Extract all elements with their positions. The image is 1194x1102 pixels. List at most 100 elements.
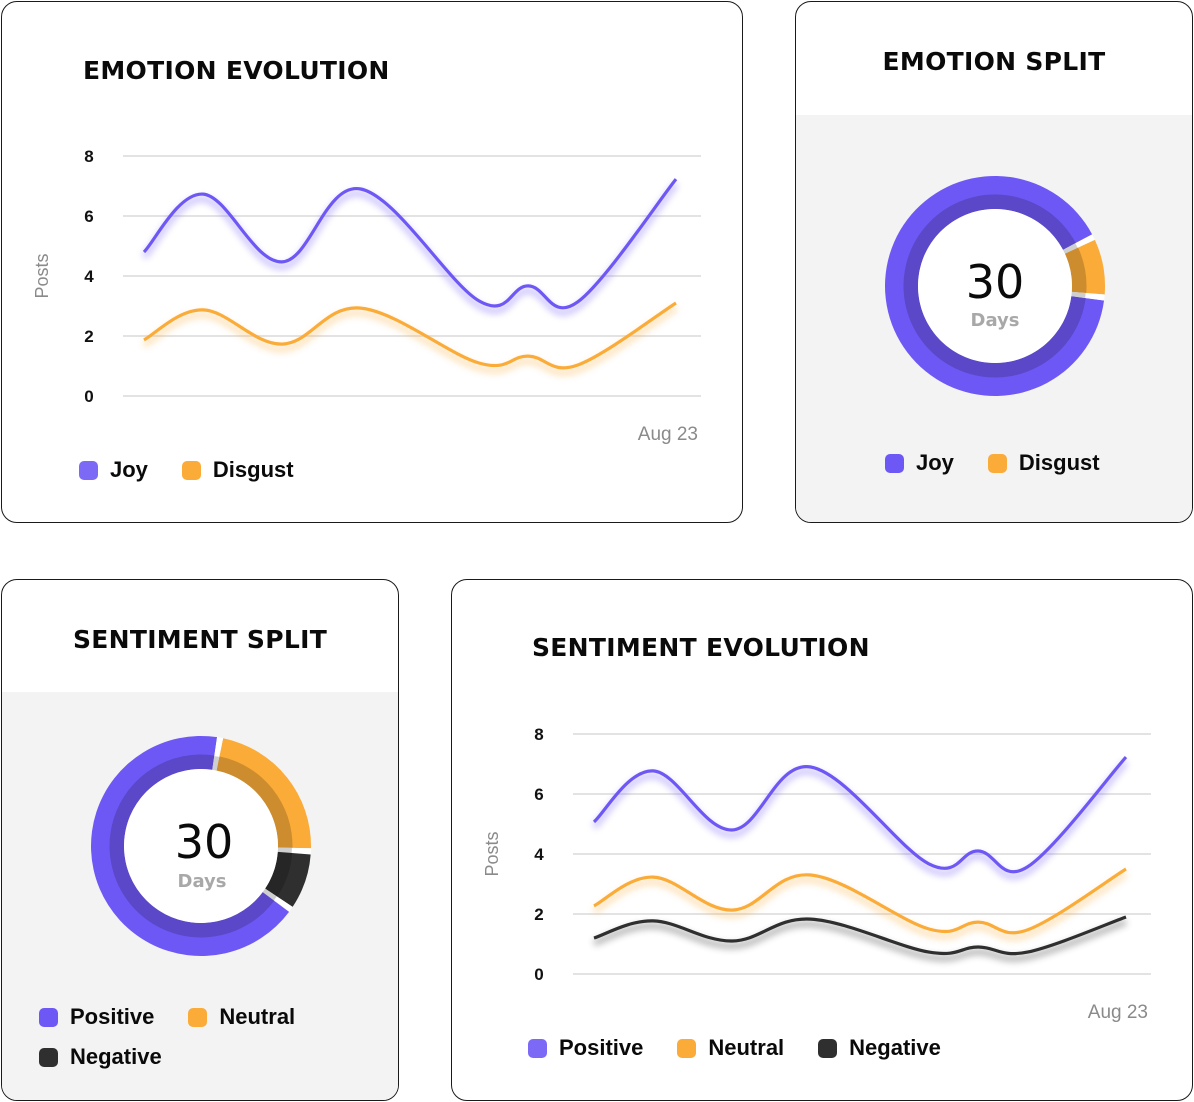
- data-point-joy[interactable]: [671, 174, 681, 184]
- data-point-joy[interactable]: [356, 184, 366, 194]
- legend-label: Joy: [110, 457, 148, 482]
- disgust-swatch-icon: [181, 460, 201, 480]
- emotion-evolution-chart: 0 2 4 6 8 Posts Aug 23: [32, 147, 701, 445]
- neutral-swatch-icon: [188, 1007, 208, 1027]
- y-tick-label: 2: [534, 905, 543, 924]
- sentiment-split-legend: Positive Neutral Negative: [39, 997, 379, 1077]
- y-axis-label: Posts: [482, 831, 502, 876]
- legend-label: Positive: [559, 1035, 644, 1060]
- data-point-neutral[interactable]: [1121, 864, 1131, 874]
- joy-swatch-icon: [885, 453, 904, 473]
- data-point-neutral[interactable]: [1022, 925, 1032, 935]
- data-point-neutral[interactable]: [727, 905, 737, 915]
- data-point-disgust[interactable]: [523, 351, 533, 361]
- data-point-neutral[interactable]: [589, 901, 599, 911]
- data-point-neutral[interactable]: [973, 917, 983, 927]
- emotion-split-card: EMOTION SPLIT 30 Days Joy Disgust: [795, 1, 1193, 523]
- data-point-disgust[interactable]: [198, 305, 208, 315]
- y-tick-label: 6: [534, 785, 543, 804]
- data-point-negative[interactable]: [924, 947, 934, 957]
- data-point-joy[interactable]: [474, 296, 484, 306]
- data-point-positive[interactable]: [589, 817, 599, 827]
- emotion-evolution-card: EMOTION EVOLUTION 0 2 4 6 8 Posts Aug 23 Joy D…: [1, 1, 743, 523]
- y-tick-label: 0: [534, 965, 543, 984]
- data-point-positive[interactable]: [973, 846, 983, 856]
- y-tick-label: 8: [534, 725, 543, 744]
- neutral-swatch-icon: [677, 1038, 697, 1058]
- data-point-neutral[interactable]: [648, 872, 658, 882]
- legend-item-joy[interactable]: Joy: [79, 450, 148, 490]
- emotion-evolution-legend: Joy Disgust: [79, 450, 328, 490]
- data-point-positive[interactable]: [924, 859, 934, 869]
- positive-swatch-icon: [528, 1038, 547, 1058]
- legend-label: Disgust: [1018, 450, 1100, 475]
- data-point-negative[interactable]: [806, 914, 816, 924]
- positive-swatch-icon: [39, 1007, 58, 1027]
- y-tick-label: 2: [84, 327, 93, 346]
- y-tick-label: 4: [534, 845, 544, 864]
- x-axis-label: Aug 23: [638, 424, 698, 445]
- legend-item-neutral[interactable]: Neutral: [677, 1028, 784, 1068]
- legend-label: Disgust: [212, 457, 294, 482]
- data-point-negative[interactable]: [973, 942, 983, 952]
- data-point-disgust[interactable]: [356, 303, 366, 313]
- x-axis-label: Aug 23: [1088, 1002, 1148, 1023]
- legend-label: Joy: [916, 450, 954, 475]
- data-point-negative[interactable]: [589, 933, 599, 943]
- data-point-positive[interactable]: [648, 766, 658, 776]
- sentiment-evolution-chart: 0 2 4 6 8 Posts Aug 23: [482, 725, 1151, 1023]
- data-point-neutral[interactable]: [924, 924, 934, 934]
- data-point-joy[interactable]: [277, 257, 287, 267]
- data-point-disgust[interactable]: [474, 358, 484, 368]
- y-tick-label: 8: [84, 147, 93, 166]
- legend-label: Neutral: [219, 1004, 296, 1029]
- legend-item-positive[interactable]: Positive: [528, 1028, 643, 1068]
- y-tick-label: 4: [84, 267, 94, 286]
- donut-center-label: Days: [178, 871, 227, 892]
- data-point-neutral[interactable]: [806, 870, 816, 880]
- legend-label: Neutral: [708, 1035, 785, 1060]
- legend-label: Negative: [849, 1035, 941, 1060]
- series-glow-joy: [141, 182, 679, 316]
- legend-label: Negative: [70, 1044, 162, 1069]
- data-point-joy[interactable]: [572, 297, 582, 307]
- data-point-negative[interactable]: [727, 936, 737, 946]
- series-joy: [139, 174, 681, 316]
- data-point-disgust[interactable]: [139, 335, 149, 345]
- donut-center-value: 30: [966, 255, 1025, 309]
- legend-item-positive[interactable]: Positive: [39, 997, 154, 1037]
- legend-item-negative[interactable]: Negative: [818, 1028, 941, 1068]
- data-point-positive[interactable]: [806, 762, 816, 772]
- joy-swatch-icon: [79, 460, 98, 480]
- data-point-disgust[interactable]: [277, 339, 287, 349]
- data-point-joy[interactable]: [198, 189, 208, 199]
- data-point-negative[interactable]: [648, 916, 658, 926]
- data-point-disgust[interactable]: [671, 298, 681, 308]
- legend-item-disgust[interactable]: Disgust: [181, 450, 294, 490]
- legend-item-joy[interactable]: Joy: [885, 443, 954, 483]
- y-tick-label: 0: [84, 387, 93, 406]
- emotion-split-legend: Joy Disgust: [885, 443, 1134, 483]
- data-point-joy[interactable]: [523, 281, 533, 291]
- donut-center-label: Days: [971, 310, 1020, 331]
- donut-center-value: 30: [175, 815, 234, 869]
- data-point-positive[interactable]: [1022, 862, 1032, 872]
- sentiment-split-card: SENTIMENT SPLIT 30 Days Positive Neutral…: [1, 579, 399, 1101]
- sentiment-evolution-card: SENTIMENT EVOLUTION 0 2 4 6 8 Posts Aug 23 Pos…: [451, 579, 1193, 1101]
- legend-label: Positive: [70, 1004, 155, 1029]
- legend-item-disgust[interactable]: Disgust: [987, 443, 1100, 483]
- disgust-swatch-icon: [987, 453, 1007, 473]
- data-point-positive[interactable]: [727, 825, 737, 835]
- data-point-negative[interactable]: [1022, 947, 1032, 957]
- legend-item-negative[interactable]: Negative: [39, 1037, 162, 1077]
- data-point-joy[interactable]: [139, 247, 149, 257]
- y-tick-label: 6: [84, 207, 93, 226]
- data-point-positive[interactable]: [1121, 752, 1131, 762]
- series-glow-positive: [591, 760, 1129, 880]
- data-point-disgust[interactable]: [572, 360, 582, 370]
- negative-swatch-icon: [818, 1038, 838, 1058]
- data-point-negative[interactable]: [1121, 912, 1131, 922]
- negative-swatch-icon: [39, 1047, 58, 1067]
- sentiment-evolution-legend: Positive Neutral Negative: [528, 1028, 975, 1068]
- legend-item-neutral[interactable]: Neutral: [188, 997, 295, 1037]
